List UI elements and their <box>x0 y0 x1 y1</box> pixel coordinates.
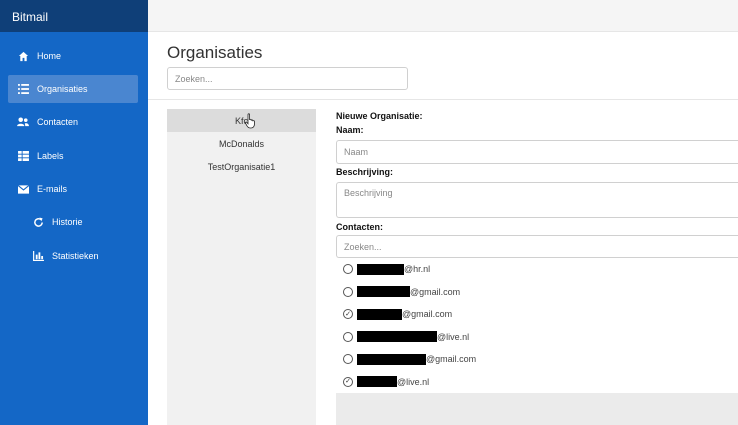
sidebar-item-home[interactable]: Home <box>8 42 138 70</box>
radio-unchecked[interactable] <box>343 286 353 297</box>
redacted-name <box>357 331 437 343</box>
hand-cursor-icon <box>245 113 255 129</box>
sidebar-item-organisaties[interactable]: Organisaties <box>8 75 138 103</box>
name-field[interactable] <box>336 140 738 164</box>
sidebar: Bitmail Home Organisaties Contacten Labe… <box>0 0 148 425</box>
description-field[interactable] <box>336 182 738 218</box>
form-heading: Nieuwe Organisatie: <box>336 111 423 121</box>
bar-chart-icon <box>32 250 44 262</box>
redacted-name <box>357 308 402 320</box>
contact-email-domain: @gmail.com <box>410 286 461 297</box>
contact-email-domain: @gmail.com <box>426 354 477 365</box>
list-item-kfc[interactable]: Kfc <box>167 109 316 132</box>
sidebar-item-statistieken[interactable]: Statistieken <box>8 242 138 270</box>
sidebar-item-label: Labels <box>37 151 64 161</box>
contact-email-domain: @live.nl <box>397 376 430 387</box>
sidebar-item-label: Home <box>37 51 62 61</box>
list-item-testorganisatie1[interactable]: TestOrganisatie1 <box>167 155 316 178</box>
organisation-list: Kfc McDonalds TestOrganisatie1 <box>167 109 316 425</box>
brand-title[interactable]: Bitmail <box>0 0 148 32</box>
redacted-name <box>357 263 404 275</box>
contacts-list: @hr.nl @gmail.com ✓ @gmail.com @live.nl … <box>336 258 738 425</box>
contacts-search-input[interactable] <box>336 235 738 258</box>
radio-checked[interactable]: ✓ <box>343 309 353 320</box>
contact-row[interactable]: @gmail.com <box>336 281 738 304</box>
search-input[interactable] <box>167 67 408 90</box>
contact-row[interactable]: ✓ @gmail.com <box>336 303 738 326</box>
divider <box>148 99 738 100</box>
sidebar-item-label: Statistieken <box>52 251 99 261</box>
envelope-icon <box>17 183 29 195</box>
sidebar-item-emails[interactable]: E-mails <box>8 175 138 203</box>
list-icon <box>17 83 29 95</box>
list-item-mcdonalds[interactable]: McDonalds <box>167 132 316 155</box>
users-icon <box>17 116 29 128</box>
contact-email-domain: @live.nl <box>437 331 470 342</box>
contacts-label: Contacten: <box>336 222 383 232</box>
contact-row[interactable]: @live.nl <box>336 326 738 349</box>
contact-row[interactable]: @hr.nl <box>336 258 738 281</box>
radio-unchecked[interactable] <box>343 264 353 275</box>
sidebar-item-label: Contacten <box>37 117 79 127</box>
redacted-name <box>357 353 426 365</box>
contact-row[interactable]: @gmail.com <box>336 348 738 371</box>
sidebar-item-contacten[interactable]: Contacten <box>8 108 138 136</box>
page-title: Organisaties <box>167 43 263 62</box>
description-label: Beschrijving: <box>336 167 394 177</box>
refresh-icon <box>32 216 44 228</box>
top-bar <box>148 0 738 32</box>
contact-row[interactable]: ✓ @live.nl <box>336 371 738 394</box>
redacted-name <box>357 376 397 388</box>
sidebar-item-historie[interactable]: Historie <box>8 208 138 236</box>
radio-unchecked[interactable] <box>343 354 353 365</box>
name-label: Naam: <box>336 125 364 135</box>
sidebar-item-label: Historie <box>52 217 83 227</box>
contact-email-domain: @hr.nl <box>404 264 431 275</box>
sidebar-item-label: Organisaties <box>37 84 88 94</box>
home-icon <box>17 50 29 62</box>
radio-checked[interactable]: ✓ <box>343 376 353 387</box>
labels-icon <box>17 150 29 162</box>
radio-unchecked[interactable] <box>343 331 353 342</box>
sidebar-item-label: E-mails <box>37 184 68 194</box>
sidebar-item-labels[interactable]: Labels <box>8 142 138 170</box>
contact-email-domain: @gmail.com <box>402 309 453 320</box>
redacted-name <box>357 286 410 298</box>
